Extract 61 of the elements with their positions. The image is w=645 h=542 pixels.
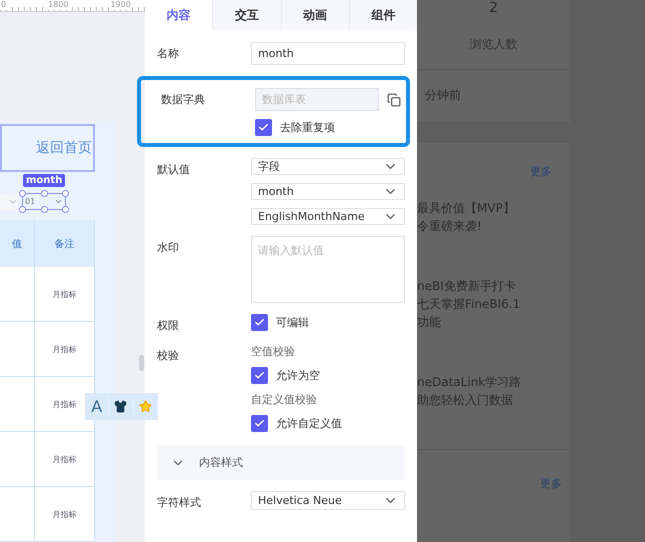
field-label: 字符样式 [157,495,202,510]
select-field[interactable]: 字段 [251,158,405,175]
chevron-icon [54,197,63,206]
select-field[interactable] [0,193,18,210]
check-icon [254,418,265,429]
table-cell: 月指标 [35,432,95,487]
widget-badge: month [23,174,66,187]
table-cell: 月指标 [35,322,95,377]
checkbox[interactable] [251,415,268,432]
resize-handle[interactable] [19,190,26,197]
stat-value: 2 [488,0,499,16]
checkbox-label: 去除重复项 [280,120,335,135]
table-cell: 月指标 [35,267,95,322]
select-value: 01 [25,197,36,206]
field-label: 数据字典 [161,92,206,108]
checkbox-label: 允许自定义值 [276,416,342,431]
ruler-label: 0 [0,0,8,10]
star-icon[interactable] [138,400,152,413]
tab[interactable]: 交互 [212,0,280,30]
checkbox-label: 允许为空 [276,368,320,383]
select-field[interactable]: Helvetica Neue [251,491,405,510]
resize-handle[interactable] [19,206,26,213]
resize-handle[interactable] [62,190,69,197]
resize-handle[interactable] [41,190,48,197]
scrollbar-thumb[interactable] [139,355,144,371]
checkbox[interactable] [255,119,272,136]
tab[interactable]: 组件 [348,0,417,30]
table-cell [0,267,35,322]
sub-label: 自定义值校验 [251,392,318,407]
table-cell [0,322,35,377]
checkbox-label: 可编辑 [276,315,309,330]
table-header: 备注 [35,220,95,267]
select-field[interactable]: month [251,183,405,200]
select-field[interactable]: EnglishMonthName [251,208,405,225]
section-title: 内容样式 [199,455,243,470]
ruler-label: 1800 [47,0,70,10]
table-cell [0,487,35,542]
resize-handle[interactable] [62,206,69,213]
table-cell [0,377,35,432]
updated-time: 分钟前 [424,87,462,104]
field-label: 名称 [157,46,180,62]
field-label: 权限 [157,318,180,333]
ruler-label: 1900 [109,0,132,10]
check-icon [258,122,269,133]
tab[interactable]: 动画 [280,0,349,30]
check-icon [254,317,265,328]
sub-label: 空值校验 [251,344,296,359]
checkbox[interactable] [251,314,268,331]
resize-handle[interactable] [41,206,48,213]
table-cell: 月指标 [35,487,95,542]
back-home-button[interactable]: 返回首页 [0,124,95,172]
field-label: 校验 [157,348,180,364]
input-field[interactable]: month [251,42,405,65]
field-label: 水印 [157,240,180,256]
table-cell [0,432,35,487]
table-header: 值 [0,220,35,267]
field-label: 默认值 [157,162,191,178]
section-header[interactable]: 内容样式 [157,445,405,480]
shirt-icon[interactable] [114,400,128,413]
check-icon [254,370,265,381]
checkbox[interactable] [251,367,268,384]
